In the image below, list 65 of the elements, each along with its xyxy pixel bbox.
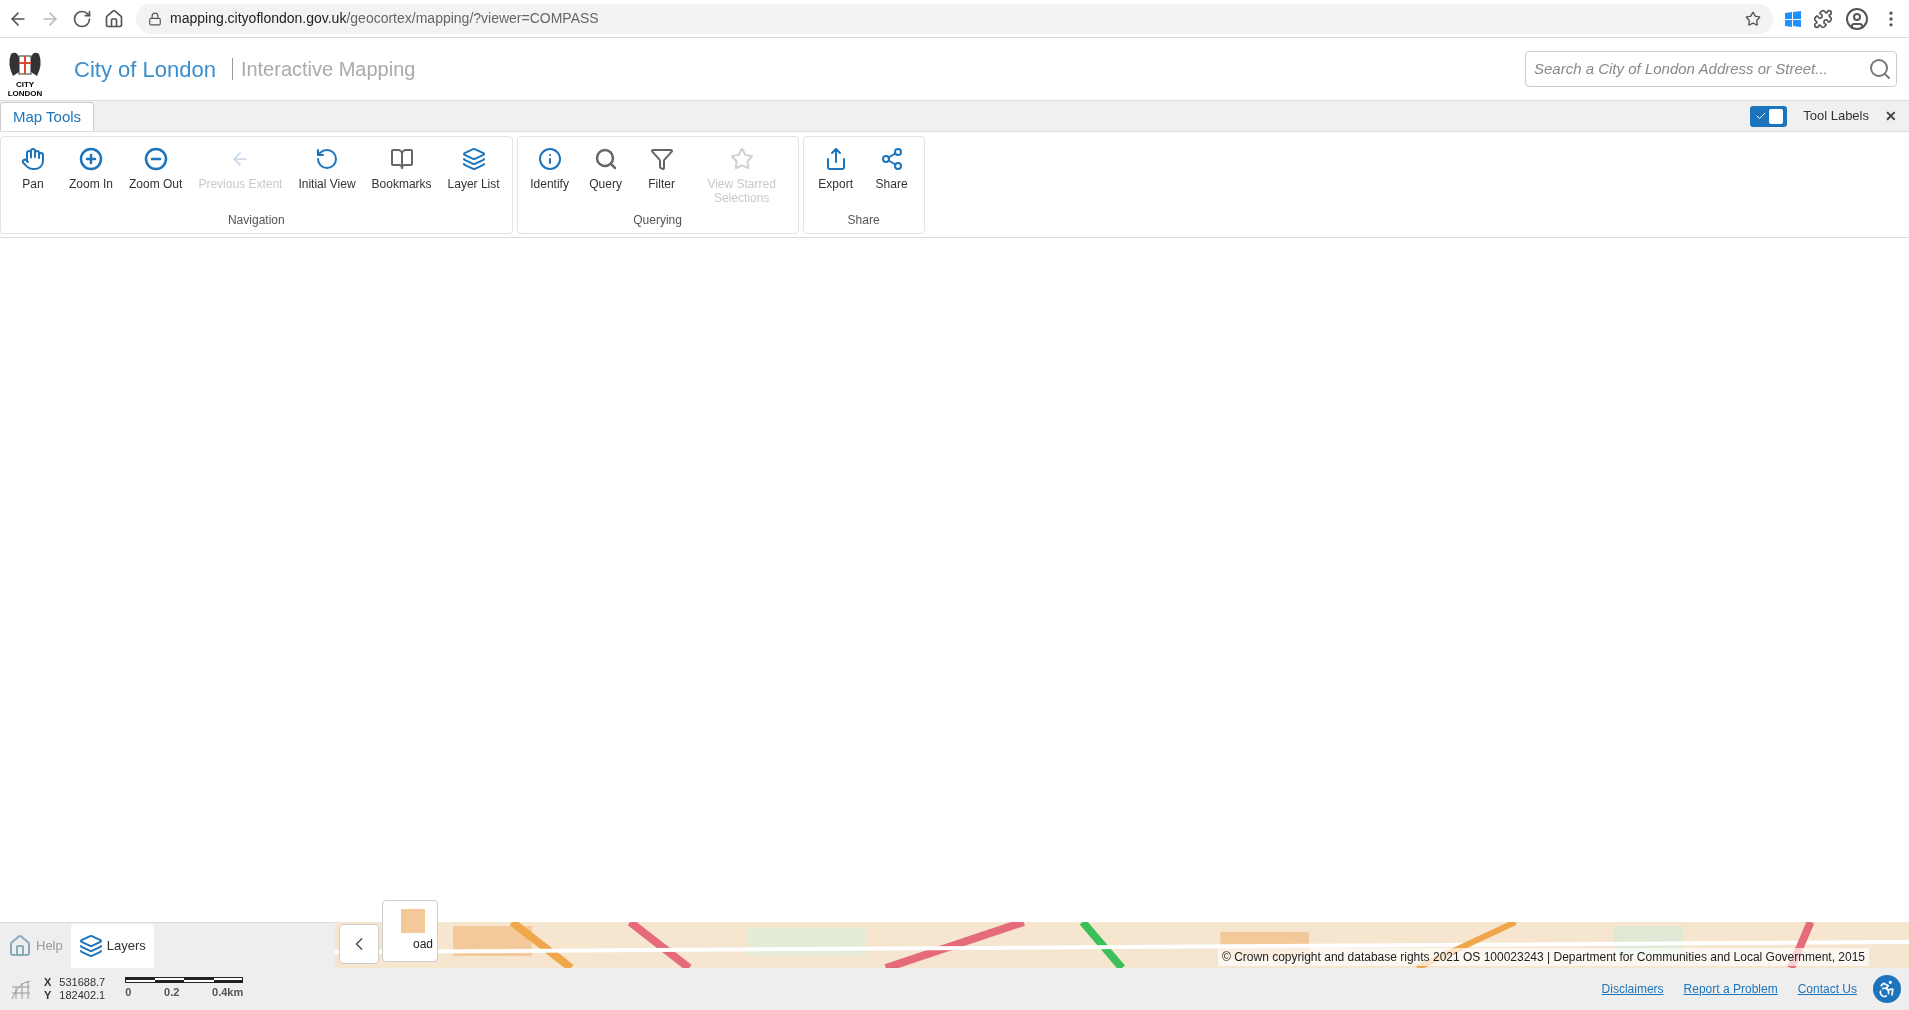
zoom-in-icon bbox=[79, 147, 103, 171]
y-label: Y bbox=[44, 989, 52, 1002]
check-icon bbox=[1755, 110, 1768, 122]
tool-button[interactable]: Export bbox=[807, 137, 864, 211]
tool-labels-toggle[interactable] bbox=[1750, 105, 1788, 127]
tool-button[interactable]: Pan bbox=[5, 137, 61, 211]
tool-button[interactable]: Filter bbox=[633, 137, 690, 211]
scale-label: 0.4km bbox=[212, 985, 244, 1001]
group-label: Navigation bbox=[226, 212, 286, 229]
home-icon bbox=[8, 934, 32, 958]
group-label: Querying bbox=[632, 212, 683, 229]
coordinates-icon bbox=[8, 977, 32, 1001]
y-coordinate: 182402.1 bbox=[59, 989, 106, 1002]
hand-icon bbox=[21, 147, 45, 171]
reload-icon[interactable] bbox=[72, 8, 92, 29]
site-title: City of London bbox=[74, 55, 216, 84]
extension-icon[interactable] bbox=[1813, 8, 1833, 29]
home-icon[interactable] bbox=[104, 8, 124, 29]
book-icon bbox=[389, 147, 414, 171]
ribbon-tab[interactable]: Map Tools bbox=[0, 102, 95, 131]
map-attribution: © Crown copyright and database rights 2021 OS 100023243 | Department for Communities and Local Government, 2015 bbox=[1218, 948, 1869, 966]
windows-icon[interactable] bbox=[1785, 10, 1801, 27]
address-search-field[interactable]: Search a City of London Address or Street... bbox=[1534, 57, 1868, 81]
zoom-out-icon bbox=[143, 147, 168, 171]
basemap-switcher[interactable]: oad bbox=[382, 900, 438, 962]
close-button[interactable]: ✕ bbox=[1885, 105, 1897, 127]
search-bar[interactable]: Search a City of London Address or Street... bbox=[1525, 51, 1897, 87]
info-icon bbox=[537, 147, 562, 171]
x-label: X bbox=[44, 976, 52, 989]
tool-labels-label: Tool Labels bbox=[1803, 107, 1869, 126]
x-coordinate: 531688.7 bbox=[59, 976, 106, 989]
filter-icon bbox=[649, 147, 674, 171]
footer-link[interactable]: Disclaimers bbox=[1601, 980, 1664, 998]
tool-button[interactable]: Query bbox=[577, 137, 634, 211]
tool-button[interactable]: Zoom Out bbox=[121, 137, 191, 211]
tool-button[interactable]: Layer List bbox=[439, 137, 508, 211]
reset-icon bbox=[315, 147, 339, 171]
tool-button[interactable]: Initial View bbox=[290, 137, 364, 211]
tool-button[interactable]: Share bbox=[863, 137, 920, 211]
search-icon bbox=[593, 147, 618, 171]
layers-icon bbox=[461, 147, 486, 171]
bookmark-star-icon[interactable] bbox=[1745, 10, 1761, 27]
basemap-label: oad bbox=[412, 936, 433, 953]
logo-text: CITY bbox=[15, 80, 35, 89]
address-bar[interactable]: mapping.cityoflondon.gov.uk/geocortex/mapping/?viewer=COMPASS bbox=[136, 3, 1773, 34]
search-icon[interactable] bbox=[1868, 57, 1892, 81]
site-subtitle: Interactive Mapping bbox=[231, 58, 416, 80]
panel-tab[interactable]: Layers bbox=[70, 924, 154, 968]
star-icon bbox=[729, 147, 754, 171]
tool-button[interactable]: Identify bbox=[521, 137, 578, 211]
accessibility-icon bbox=[1877, 979, 1897, 999]
share-icon bbox=[879, 147, 904, 171]
accessibility-button[interactable] bbox=[1873, 975, 1901, 1003]
profile-icon[interactable] bbox=[1845, 6, 1869, 31]
footer-link[interactable]: Contact Us bbox=[1797, 980, 1857, 998]
layers-icon bbox=[78, 934, 103, 958]
logo-text: LONDON bbox=[7, 89, 43, 98]
scale-label: 0.2 bbox=[164, 985, 180, 1001]
tool-button[interactable]: Bookmarks bbox=[363, 137, 440, 211]
scale-label: 0 bbox=[125, 985, 132, 1001]
footer-link[interactable]: Report a Problem bbox=[1683, 980, 1778, 998]
lock-icon bbox=[148, 11, 162, 26]
url-text: mapping.cityoflondon.gov.uk/geocortex/mapping/?viewer=COMPASS bbox=[170, 9, 599, 28]
tool-button[interactable]: Zoom In bbox=[61, 137, 121, 211]
group-label: Share bbox=[846, 212, 881, 229]
